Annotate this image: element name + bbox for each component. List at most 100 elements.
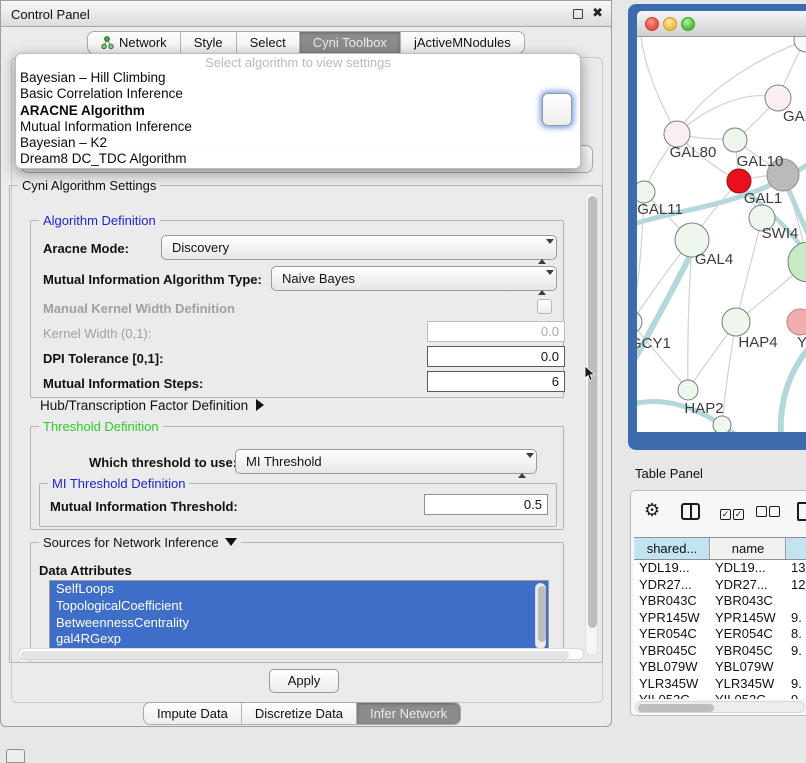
list-item[interactable]: SelfLoops: [50, 581, 548, 598]
sources-title[interactable]: Sources for Network Inference: [39, 535, 241, 550]
mi-steps-field[interactable]: 6: [427, 371, 565, 392]
dpi-tolerance-field[interactable]: 0.0: [427, 346, 565, 367]
table-row[interactable]: YBR045C YBR045C 9.: [634, 643, 806, 660]
cell[interactable]: [786, 659, 806, 676]
column-header-shared-name[interactable]: shared...: [634, 538, 710, 559]
cell[interactable]: YBR045C: [634, 643, 710, 660]
cell[interactable]: YLR345W: [710, 676, 786, 693]
docked-panel-icon[interactable]: [6, 749, 25, 763]
attributes-list-scrollbar-thumb[interactable]: [538, 586, 546, 642]
attributes-list-scrollbar[interactable]: [535, 583, 546, 649]
cell[interactable]: [786, 593, 806, 610]
settings-vertical-scrollbar[interactable]: [585, 192, 598, 656]
cell[interactable]: YDL19...: [710, 560, 786, 577]
cell[interactable]: YDL19...: [634, 560, 710, 577]
focused-combobox-fragment[interactable]: [542, 93, 572, 126]
popup-item[interactable]: Bayesian – Hill Climbing: [16, 70, 580, 86]
apply-button[interactable]: Apply: [269, 669, 339, 693]
cell[interactable]: 8.: [786, 626, 806, 643]
node-salmon[interactable]: [787, 309, 806, 335]
cell[interactable]: 9.: [786, 676, 806, 693]
data-attributes-list[interactable]: SelfLoops TopologicalCoefficient Between…: [49, 580, 549, 654]
cell[interactable]: YBR045C: [710, 643, 786, 660]
close-traffic-light-icon[interactable]: [645, 17, 659, 31]
popup-item[interactable]: Bayesian – K2: [16, 135, 580, 151]
cell[interactable]: 9: [786, 692, 806, 699]
manual-kernel-checkbox[interactable]: [537, 299, 552, 314]
network-canvas[interactable]: GAL GAL80 GAL10 GAL1 GAL11 SWI4 GAL4 GCY…: [637, 37, 806, 432]
tab-select[interactable]: Select: [237, 32, 300, 53]
cell[interactable]: YLR345W: [634, 676, 710, 693]
tab-style[interactable]: Style: [181, 32, 237, 53]
gear-icon[interactable]: ⚙: [644, 500, 660, 521]
select-all-icon[interactable]: ✓✓: [720, 505, 744, 520]
hub-definition-disclosure[interactable]: Hub/Transcription Factor Definition: [40, 398, 264, 413]
column-header-partial[interactable]: [786, 538, 806, 559]
table-row[interactable]: YBR043C YBR043C: [634, 593, 806, 610]
zoom-traffic-light-icon[interactable]: [681, 17, 695, 31]
table-horizontal-scrollbar-thumb[interactable]: [638, 704, 714, 712]
table-row[interactable]: YDL19... YDL19... 13: [634, 560, 806, 577]
cell[interactable]: YDR27...: [634, 577, 710, 594]
cell[interactable]: YIL052C: [634, 692, 710, 699]
mi-threshold-field[interactable]: 0.5: [424, 494, 548, 515]
tab-discretize-data[interactable]: Discretize Data: [242, 703, 357, 724]
minimize-traffic-light-icon[interactable]: [663, 17, 677, 31]
node-gal11[interactable]: [637, 181, 655, 203]
column-header-name[interactable]: name: [710, 538, 786, 559]
aracne-mode-combobox[interactable]: Discovery: [161, 235, 557, 260]
list-item[interactable]: gal4RGexp: [50, 631, 548, 648]
table-row[interactable]: YLR345W YLR345W 9.: [634, 676, 806, 693]
tab-network[interactable]: Network: [88, 32, 181, 53]
cell[interactable]: YER054C: [710, 626, 786, 643]
popup-item[interactable]: Basic Correlation Inference: [16, 86, 580, 102]
list-item[interactable]: BetweennessCentrality: [50, 615, 548, 632]
popup-item[interactable]: Mutual Information Inference: [16, 119, 580, 135]
node-hap4[interactable]: [722, 308, 750, 336]
settings-horizontal-scrollbar[interactable]: [18, 648, 584, 660]
tab-jactivemnodules[interactable]: jActiveMNodules: [401, 32, 524, 53]
float-window-icon[interactable]: [573, 9, 583, 19]
popup-item[interactable]: Dream8 DC_TDC Algorithm: [16, 151, 580, 167]
cell[interactable]: YPR145W: [634, 610, 710, 627]
settings-horizontal-scrollbar-thumb[interactable]: [21, 651, 569, 659]
node-gcy1[interactable]: [637, 311, 642, 333]
kernel-width-field[interactable]: 0.0: [427, 321, 565, 342]
network-window[interactable]: GAL GAL80 GAL10 GAL1 GAL11 SWI4 GAL4 GCY…: [637, 11, 806, 432]
node-gal10[interactable]: [723, 128, 747, 152]
network-window-titlebar[interactable]: [637, 11, 806, 37]
cell[interactable]: 13: [786, 560, 806, 577]
columns-icon[interactable]: [681, 503, 700, 520]
mi-type-combobox[interactable]: Naive Bayes: [271, 266, 557, 291]
cell[interactable]: 9.: [786, 643, 806, 660]
node[interactable]: [713, 416, 731, 432]
deselect-all-icon[interactable]: [756, 505, 780, 520]
cell[interactable]: YBL079W: [634, 659, 710, 676]
node[interactable]: [794, 37, 806, 52]
cell[interactable]: YBR043C: [634, 593, 710, 610]
table-row[interactable]: YPR145W YPR145W 9.: [634, 610, 806, 627]
cell[interactable]: YIL052C: [710, 692, 786, 699]
cell[interactable]: YBL079W: [710, 659, 786, 676]
tab-cyni-toolbox[interactable]: Cyni Toolbox: [300, 32, 401, 53]
cell[interactable]: YER054C: [634, 626, 710, 643]
table-row[interactable]: YDR27... YDR27... 12: [634, 577, 806, 594]
table-row[interactable]: YBL079W YBL079W: [634, 659, 806, 676]
tab-impute-data[interactable]: Impute Data: [144, 703, 242, 724]
cell[interactable]: YBR043C: [710, 593, 786, 610]
node-green-large[interactable]: [788, 242, 806, 282]
table-horizontal-scrollbar[interactable]: [635, 701, 805, 713]
cell[interactable]: YPR145W: [710, 610, 786, 627]
document-icon[interactable]: [797, 502, 806, 521]
node-hap2[interactable]: [678, 380, 698, 400]
popup-item-selected[interactable]: ARACNE Algorithm: [16, 103, 580, 119]
cell[interactable]: YDR27...: [710, 577, 786, 594]
table-row[interactable]: YIL052C YIL052C 9: [634, 692, 806, 699]
cell[interactable]: 9.: [786, 610, 806, 627]
which-threshold-combobox[interactable]: MI Threshold: [235, 449, 537, 474]
table-row[interactable]: YER054C YER054C 8.: [634, 626, 806, 643]
tab-infer-network[interactable]: Infer Network: [357, 703, 460, 724]
settings-vertical-scrollbar-thumb[interactable]: [588, 196, 597, 628]
cell[interactable]: 12: [786, 577, 806, 594]
list-item[interactable]: TopologicalCoefficient: [50, 598, 548, 615]
